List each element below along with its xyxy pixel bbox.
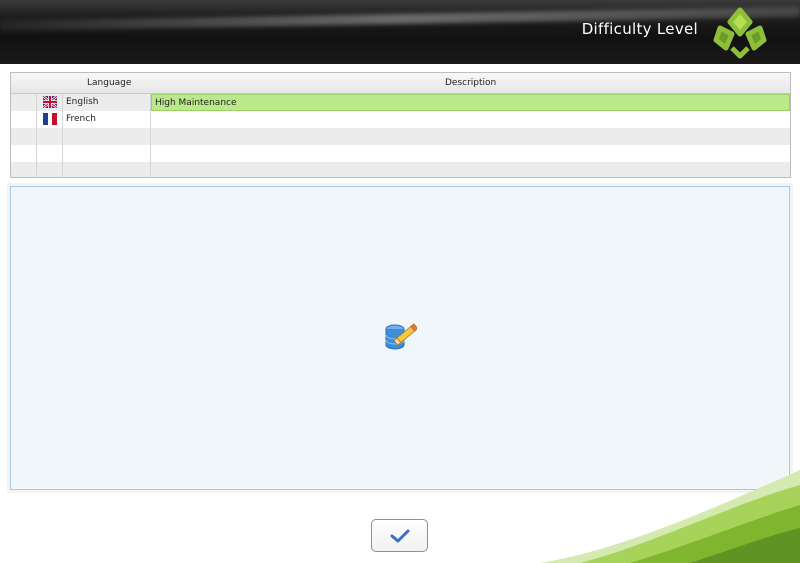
language-grid: Language Description English High Mainte…	[10, 72, 791, 178]
flag-cell	[37, 94, 63, 111]
uk-flag-icon	[43, 96, 57, 108]
database-edit-icon[interactable]	[383, 322, 417, 356]
flag-cell	[37, 162, 63, 177]
row-selector[interactable]	[11, 145, 37, 162]
checkmark-icon	[390, 529, 410, 543]
column-header-language[interactable]: Language	[87, 78, 131, 88]
description-cell[interactable]: High Maintenance	[151, 94, 790, 111]
description-cell[interactable]	[151, 128, 790, 145]
grid-row-english[interactable]: English High Maintenance	[11, 94, 790, 111]
flag-cell	[37, 128, 63, 145]
app-logo-icon	[713, 7, 767, 59]
ok-button[interactable]	[371, 519, 428, 552]
row-selector[interactable]	[11, 111, 37, 128]
grid-header: Language Description	[11, 73, 790, 94]
column-header-description[interactable]: Description	[445, 78, 496, 88]
grid-row-empty[interactable]	[11, 128, 790, 145]
language-cell: English	[63, 94, 151, 111]
green-swoosh-decoration	[540, 470, 800, 563]
language-cell	[63, 128, 151, 145]
row-selector[interactable]	[11, 94, 37, 111]
flag-cell	[37, 111, 63, 128]
language-cell	[63, 162, 151, 177]
header-bar: Difficulty Level	[0, 0, 800, 64]
flag-cell	[37, 145, 63, 162]
content-panel	[10, 186, 790, 490]
description-cell[interactable]	[151, 162, 790, 177]
description-cell[interactable]	[151, 145, 790, 162]
grid-row-french[interactable]: French	[11, 111, 790, 128]
language-cell: French	[63, 111, 151, 128]
page-title: Difficulty Level	[581, 20, 698, 38]
row-selector[interactable]	[11, 128, 37, 145]
grid-row-empty[interactable]	[11, 145, 790, 162]
france-flag-icon	[43, 113, 57, 125]
grid-row-empty[interactable]	[11, 162, 790, 177]
language-cell	[63, 145, 151, 162]
row-selector[interactable]	[11, 162, 37, 177]
description-cell[interactable]	[151, 111, 790, 128]
